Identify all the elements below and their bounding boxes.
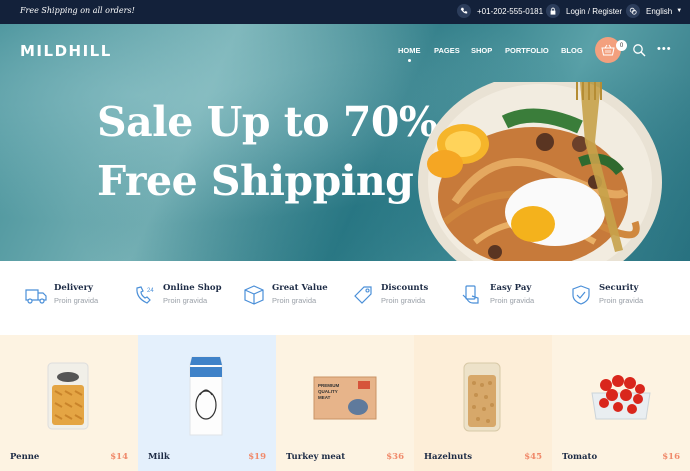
product-price: $14 <box>110 452 128 462</box>
nav-shop[interactable]: SHOP <box>471 46 492 55</box>
feature-subtitle: Proin gravida <box>599 296 644 305</box>
site-logo[interactable]: MILDHILL <box>20 42 112 60</box>
lock-icon <box>546 4 560 18</box>
product-card-penne[interactable]: Penne $14 <box>0 335 138 471</box>
tag-icon <box>354 286 372 304</box>
product-name[interactable]: Milk <box>148 452 170 462</box>
feature-title: Easy Pay <box>490 283 532 293</box>
login-register-link[interactable]: Login / Register <box>546 4 622 18</box>
feature-title: Great Value <box>272 283 328 293</box>
feature-title: Online Shop <box>163 283 222 293</box>
basket-icon <box>601 44 615 56</box>
phone-24-icon: 24 <box>136 286 154 304</box>
product-name[interactable]: Tomato <box>562 452 597 462</box>
feature-online-shop: 24 Online Shop Proin gravida <box>133 283 222 307</box>
feature-great-value: Great Value Proin gravida <box>242 283 328 307</box>
nav-home[interactable]: HOME <box>398 46 421 55</box>
nav-blog[interactable]: BLOG <box>561 46 583 55</box>
language-icon <box>626 4 640 18</box>
turkey-meat-box-image: PREMIUM QUALITY MEAT <box>313 376 377 420</box>
phone-number: +01-202-555-0181 <box>477 6 544 16</box>
feature-subtitle: Proin gravida <box>163 296 208 305</box>
feature-title: Delivery <box>54 283 94 293</box>
product-price: $36 <box>386 452 404 462</box>
penne-image <box>47 362 89 430</box>
login-register-label: Login / Register <box>566 6 623 16</box>
nav-portfolio[interactable]: PORTFOLIO <box>505 46 549 55</box>
search-icon[interactable] <box>632 43 646 57</box>
tomato-box-image <box>591 375 651 420</box>
feature-subtitle: Proin gravida <box>272 296 317 305</box>
hazelnuts-bag-image <box>463 362 501 432</box>
more-menu-icon[interactable]: ••• <box>657 44 672 55</box>
phone-link[interactable]: +01-202-555-0181 <box>457 4 543 18</box>
svg-text:24: 24 <box>147 288 154 294</box>
product-price: $45 <box>524 452 542 462</box>
product-card-tomato[interactable]: Tomato $16 <box>552 335 690 471</box>
cart-count-badge: 0 <box>616 40 627 51</box>
active-nav-indicator <box>408 59 411 62</box>
product-card-hazelnuts[interactable]: Hazelnuts $45 <box>414 335 552 471</box>
svg-text:QUALITY: QUALITY <box>318 389 338 394</box>
milk-carton-image <box>189 356 223 436</box>
product-price: $19 <box>248 452 266 462</box>
hand-card-icon <box>462 285 479 304</box>
chevron-down-icon: ▼ <box>676 8 683 14</box>
product-card-milk[interactable]: Milk $19 <box>138 335 276 471</box>
feature-subtitle: Proin gravida <box>54 296 99 305</box>
product-name[interactable]: Penne <box>10 452 39 462</box>
language-label: English <box>646 6 673 16</box>
shield-check-icon <box>572 285 590 305</box>
feature-subtitle: Proin gravida <box>381 296 426 305</box>
features-bar: Delivery Proin gravida 24 Online Shop Pr… <box>0 261 690 335</box>
feature-security: Security Proin gravida <box>569 283 643 307</box>
product-name[interactable]: Turkey meat <box>286 452 345 462</box>
svg-text:PREMIUM: PREMIUM <box>318 383 340 388</box>
box-icon <box>244 285 264 305</box>
feature-easy-pay: Easy Pay Proin gravida <box>460 283 534 307</box>
product-price: $16 <box>662 452 680 462</box>
promo-text: Free Shipping on all orders! <box>20 6 135 15</box>
food-plate-image <box>418 82 662 261</box>
top-bar: Free Shipping on all orders! +01-202-555… <box>0 0 690 24</box>
hero-headline-line1: Sale Up to 70% <box>97 98 438 146</box>
product-name[interactable]: Hazelnuts <box>424 452 472 462</box>
language-selector[interactable]: English ▼ <box>626 4 682 18</box>
feature-title: Discounts <box>381 283 429 293</box>
hero-banner: MILDHILL HOME PAGES SHOP PORTFOLIO BLOG … <box>0 24 690 261</box>
feature-delivery: Delivery Proin gravida <box>24 283 98 307</box>
nav-pages[interactable]: PAGES <box>434 46 460 55</box>
feature-title: Security <box>599 283 639 293</box>
product-card-turkey-meat[interactable]: PREMIUM QUALITY MEAT Turkey meat $36 <box>276 335 414 471</box>
phone-icon <box>457 4 471 18</box>
product-row: Penne $14 Milk $19 PREMIUM QUALITY MEAT … <box>0 335 690 471</box>
hero-headline-line2: Free Shipping <box>97 157 414 205</box>
feature-discounts: Discounts Proin gravida <box>351 283 428 307</box>
truck-icon <box>25 289 47 304</box>
feature-subtitle: Proin gravida <box>490 296 535 305</box>
svg-text:MEAT: MEAT <box>318 395 331 400</box>
